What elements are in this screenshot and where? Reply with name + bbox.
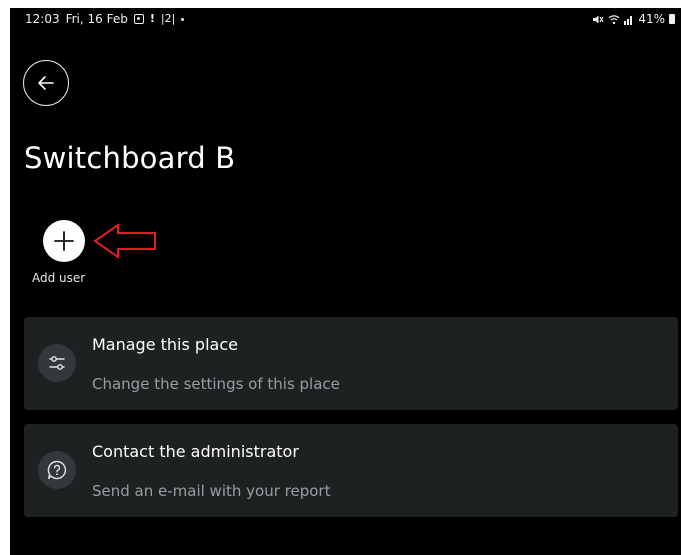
notification-badge-icon: |2| xyxy=(160,12,176,25)
notification-app-icon xyxy=(133,14,144,24)
mute-icon xyxy=(593,15,604,23)
status-right: 41% xyxy=(592,12,675,26)
contact-admin-card[interactable]: Contact the administrator Send an e-mail… xyxy=(24,424,678,517)
back-button[interactable] xyxy=(23,60,69,106)
battery-percent: 41% xyxy=(638,12,665,26)
page-title: Switchboard B xyxy=(24,141,236,175)
manage-place-title: Manage this place xyxy=(92,335,238,354)
notification-alert-icon: ! xyxy=(149,12,155,25)
plus-icon xyxy=(54,231,74,251)
signal-icon xyxy=(624,15,633,25)
notification-more-dot-icon xyxy=(181,17,185,21)
add-user-label: Add user xyxy=(32,271,86,285)
add-user-button[interactable] xyxy=(43,220,85,262)
app-screen: 12:03 Fri, 16 Feb ! |2| 41% Switchboard … xyxy=(10,8,681,555)
wifi-icon xyxy=(608,14,620,24)
status-left: 12:03 Fri, 16 Feb ! |2| xyxy=(25,12,185,26)
arrow-left-icon xyxy=(38,76,54,90)
sliders-icon xyxy=(38,344,76,382)
manage-place-subtitle: Change the settings of this place xyxy=(92,375,340,393)
battery-icon xyxy=(669,14,675,24)
annotation-arrow-icon xyxy=(93,223,156,259)
question-bubble-icon xyxy=(38,451,76,489)
status-date: Fri, 16 Feb xyxy=(65,12,128,26)
contact-admin-title: Contact the administrator xyxy=(92,442,299,461)
manage-place-card[interactable]: Manage this place Change the settings of… xyxy=(24,317,678,410)
status-bar: 12:03 Fri, 16 Feb ! |2| 41% xyxy=(10,8,681,30)
contact-admin-subtitle: Send an e-mail with your report xyxy=(92,482,331,500)
status-time: 12:03 xyxy=(25,12,60,26)
